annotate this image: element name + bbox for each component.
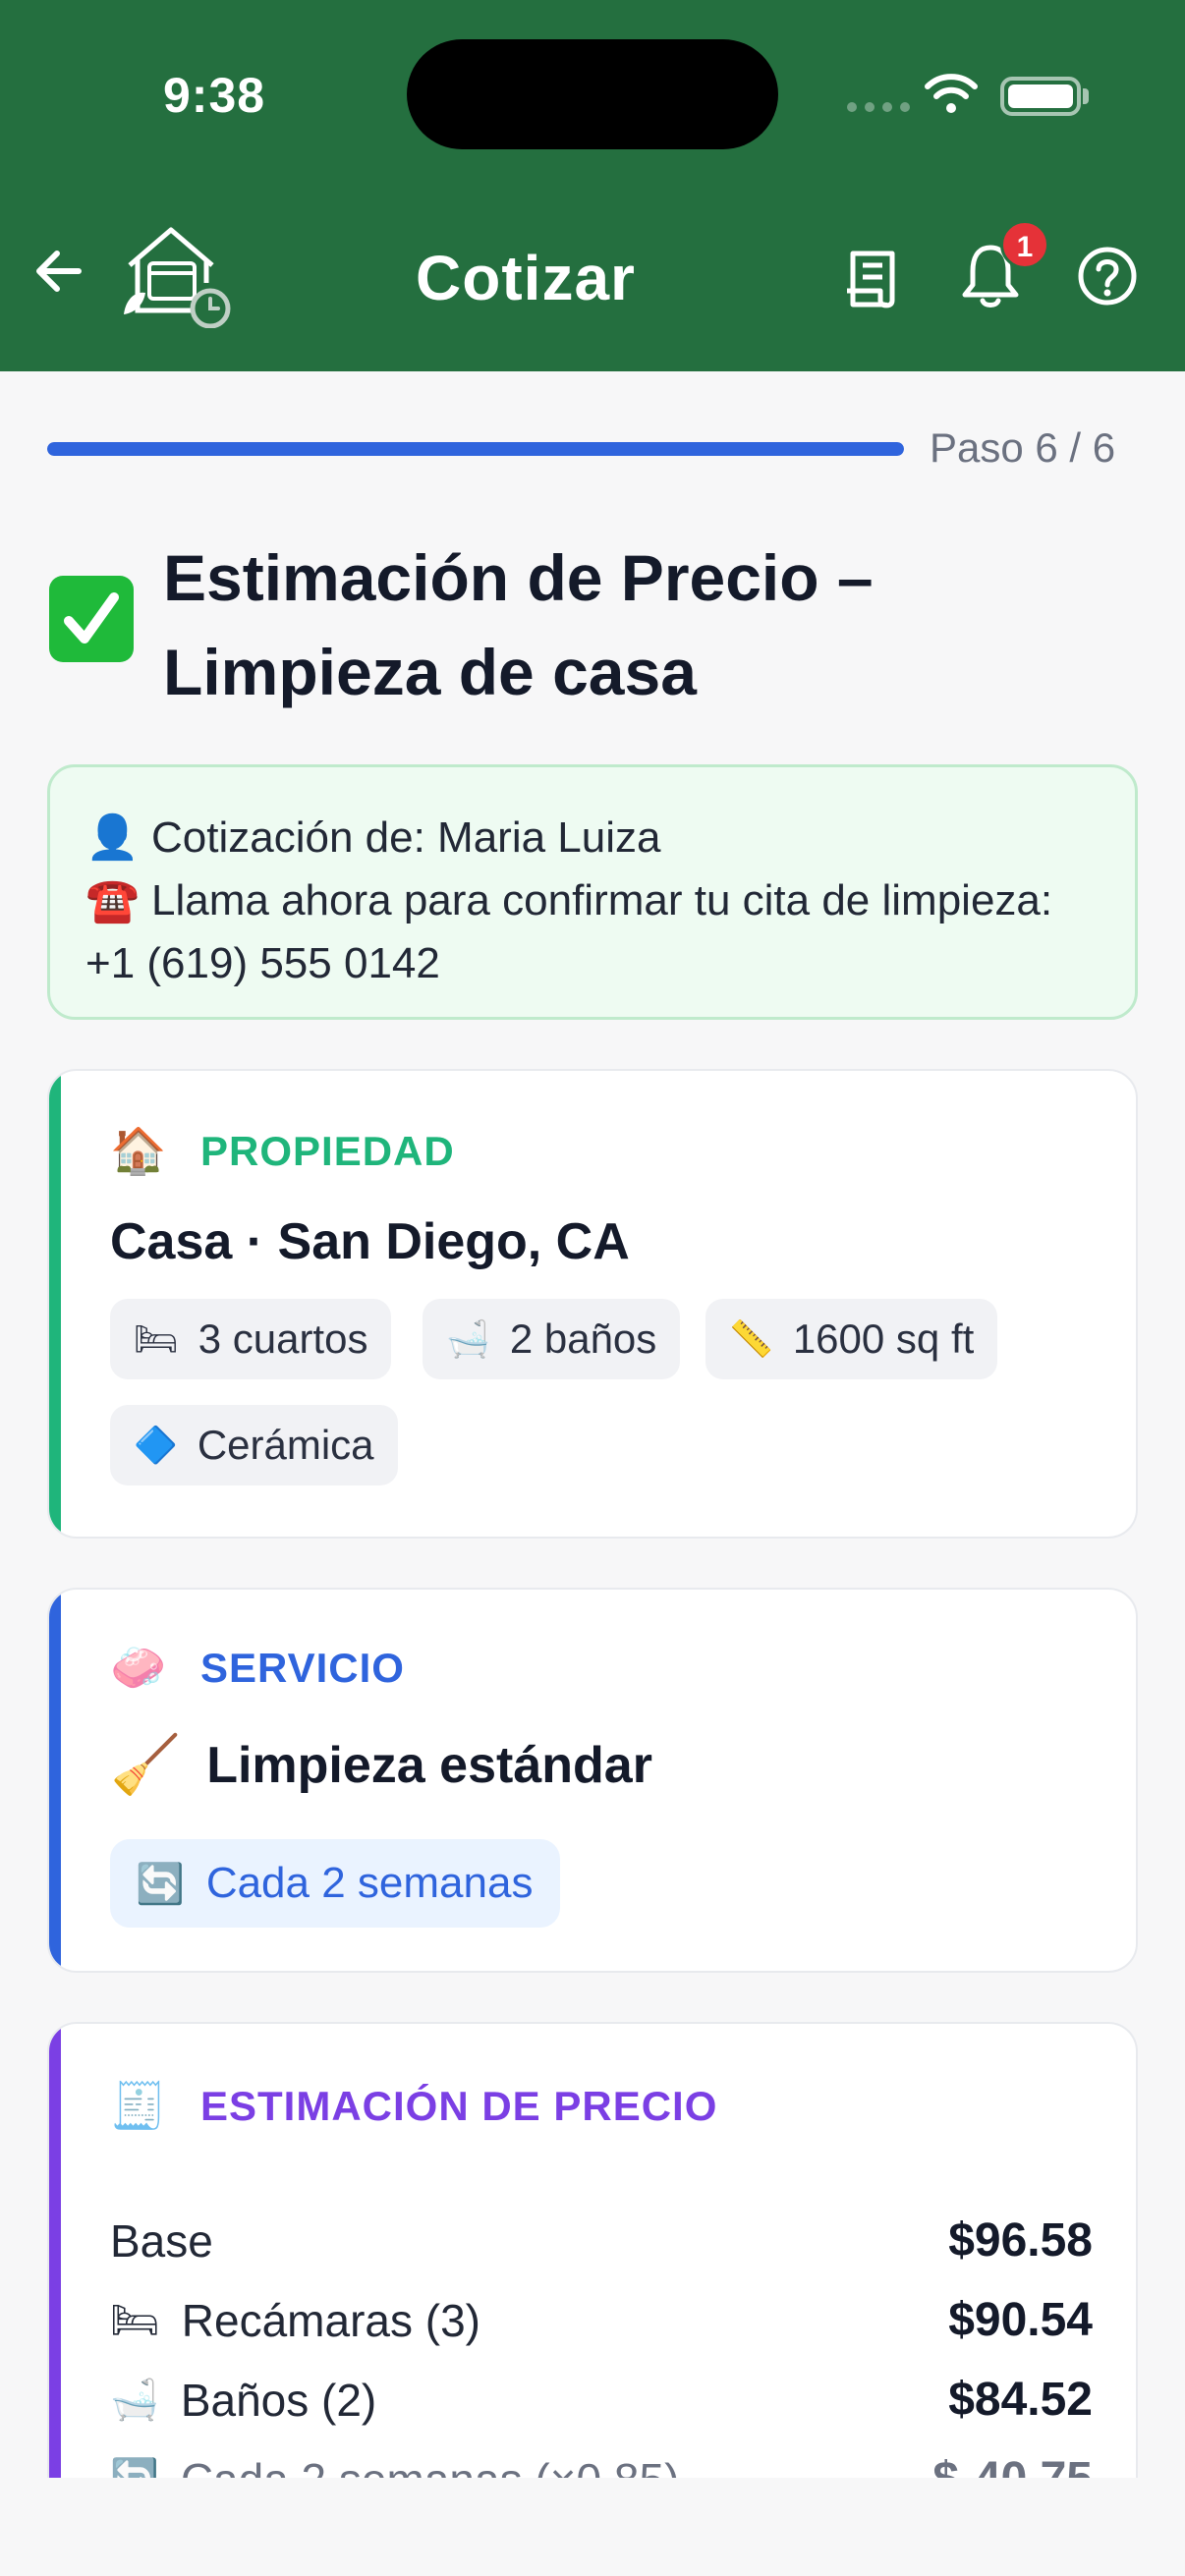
app-bar: 9:38 Cotizar 1 [0, 0, 1185, 371]
price-row-bedrooms: 🛏 Recámaras (3) $90.54 [110, 2280, 1093, 2360]
bed-icon: 🛏 [110, 2298, 160, 2343]
check-mark-icon [49, 576, 134, 662]
property-heading-label: PROPIEDAD [200, 1127, 455, 1174]
bathrooms-label: 2 baños [509, 1316, 657, 1362]
price-breakdown-list: Base $96.58 🛏 Recámaras (3) $90.54 🛁 Bañ… [110, 2201, 1093, 2519]
area-label: 1600 sq ft [792, 1316, 975, 1362]
estimate-heading-label: ESTIMACIÓN DE PRECIO [200, 2082, 718, 2129]
ruler-icon: 📏 [729, 1319, 773, 1360]
service-title: 🧹 Limpieza estándar [110, 1731, 652, 1799]
floor-type-chip: 🔷 Cerámica [110, 1405, 398, 1485]
bedrooms-label: 3 cuartos [198, 1316, 368, 1362]
service-heading-label: SERVICIO [200, 1644, 405, 1691]
help-icon[interactable] [1077, 246, 1138, 307]
battery-tip [1083, 88, 1089, 104]
price-row-base: Base $96.58 [110, 2201, 1093, 2280]
bedrooms-price-label: Recámaras (3) [181, 2294, 480, 2346]
receipt-icon[interactable] [843, 248, 904, 310]
property-card: 🏠 PROPIEDAD Casa · San Diego, CA 🛏 3 cua… [47, 1069, 1138, 1539]
soap-icon: 🧼 [110, 1641, 168, 1694]
bathrooms-chip: 🛁 2 baños [423, 1299, 681, 1379]
service-accent-bar [49, 1590, 61, 1971]
step-indicator: Paso 6 / 6 [930, 424, 1116, 471]
page-title: Estimación de Precio – Limpieza de casa [163, 541, 874, 708]
progress-fill [47, 442, 904, 456]
bathrooms-amount: $84.52 [948, 2374, 1093, 2426]
bed-icon: 🛏 [134, 1319, 179, 1360]
bedrooms-amount: $90.54 [948, 2294, 1093, 2346]
service-name: Limpieza estándar [206, 1736, 652, 1794]
frequency-chip: 🔄 Cada 2 semanas [110, 1839, 561, 1928]
area-chip: 📏 1600 sq ft [705, 1299, 998, 1379]
estimate-heading: 🧾 ESTIMACIÓN DE PRECIO [110, 2079, 717, 2133]
battery-icon [1000, 77, 1081, 116]
cellular-signal-icon [847, 102, 910, 112]
repeat-icon: 🔄 [136, 1861, 185, 1907]
property-heading: 🏠 PROPIEDAD [110, 1124, 455, 1178]
service-card: 🧼 SERVICIO 🧹 Limpieza estándar 🔄 Cada 2 … [47, 1588, 1138, 1973]
call-now-text[interactable]: ☎️ Llama ahora para confirmar tu cita de… [85, 869, 1100, 995]
quote-for-text: 👤 Cotización de: Maria Luiza [85, 813, 661, 862]
service-heading: 🧼 SERVICIO [110, 1641, 405, 1695]
scroll-fade [0, 2478, 1185, 2576]
house-icon: 🏠 [110, 1124, 168, 1177]
base-amount: $96.58 [948, 2214, 1093, 2267]
floor-type-label: Cerámica [197, 1422, 374, 1468]
receipt-emoji-icon: 🧾 [110, 2079, 168, 2132]
frequency-label: Cada 2 semanas [205, 1859, 534, 1907]
notification-badge: 1 [1000, 220, 1049, 269]
broom-icon: 🧹 [110, 1731, 182, 1798]
bedrooms-chip: 🛏 3 cuartos [110, 1299, 392, 1379]
property-accent-bar [49, 1071, 61, 1537]
progress-bar [47, 442, 904, 456]
property-title: Casa · San Diego, CA [110, 1213, 630, 1270]
bathtub-icon: 🛁 [446, 1319, 490, 1360]
price-row-bathrooms: 🛁 Baños (2) $84.52 [110, 2360, 1093, 2439]
blue-diamond-icon: 🔷 [134, 1426, 178, 1466]
status-time: 9:38 [163, 68, 266, 123]
bathrooms-price-label: Baños (2) [180, 2374, 377, 2426]
dynamic-island [407, 39, 778, 149]
base-label: Base [110, 2214, 213, 2267]
bathtub-icon: 🛁 [110, 2378, 159, 2423]
contact-info-box: 👤 Cotización de: Maria Luiza ☎️ Llama ah… [47, 764, 1138, 1020]
wifi-icon [925, 74, 978, 113]
